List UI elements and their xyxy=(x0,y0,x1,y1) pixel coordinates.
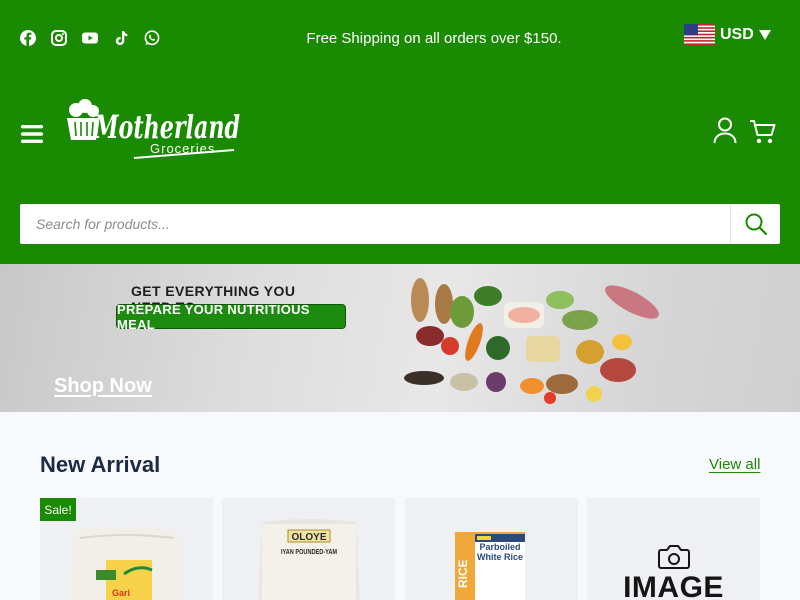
search-icon xyxy=(745,213,767,235)
caret-down-icon xyxy=(758,29,771,40)
site-header: Free Shipping on all orders over $150. U… xyxy=(0,0,800,264)
site-logo[interactable]: Motherland Groceries xyxy=(64,98,244,162)
cart-icon[interactable] xyxy=(749,119,776,145)
svg-text:IYAN POUNDED-YAM: IYAN POUNDED-YAM xyxy=(281,549,337,556)
search-button[interactable] xyxy=(730,204,780,244)
search-bar xyxy=(20,204,780,244)
account-icon[interactable] xyxy=(713,117,737,144)
product-card[interactable]: IMAGE xyxy=(587,498,760,600)
banner-tagline: PREPARE YOUR NUTRITIOUS MEAL xyxy=(116,302,346,332)
currency-selector[interactable]: USD xyxy=(684,24,771,45)
promo-text: Free Shipping on all orders over $150. xyxy=(306,30,562,47)
view-all-link[interactable]: View all xyxy=(709,456,760,473)
pack-label: Parboiled White Rice xyxy=(476,542,523,562)
section-title: New Arrival xyxy=(40,452,161,477)
hamburger-menu-icon[interactable] xyxy=(21,124,43,144)
product-image: Parboiled White Rice RICE xyxy=(455,532,525,600)
sale-badge: Sale! xyxy=(40,498,76,521)
svg-text:RICE: RICE xyxy=(456,559,470,588)
image-placeholder-text: IMAGE xyxy=(623,571,724,600)
product-card[interactable]: Parboiled White Rice RICE xyxy=(405,498,578,600)
us-flag-icon xyxy=(684,24,715,45)
product-image: OLOYE IYAN POUNDED-YAM xyxy=(258,519,360,600)
hero-banner[interactable]: GET EVERYTHING YOU NEED TO PREPARE YOUR … xyxy=(0,264,800,412)
produce-image xyxy=(404,278,659,404)
currency-label: USD xyxy=(720,25,754,43)
svg-text:Gari: Gari xyxy=(112,588,130,598)
svg-text:OLOYE: OLOYE xyxy=(291,532,326,543)
shop-now-link[interactable]: Shop Now xyxy=(54,375,152,398)
search-input[interactable] xyxy=(20,204,730,244)
product-card[interactable]: OLOYE IYAN POUNDED-YAM xyxy=(222,498,395,600)
